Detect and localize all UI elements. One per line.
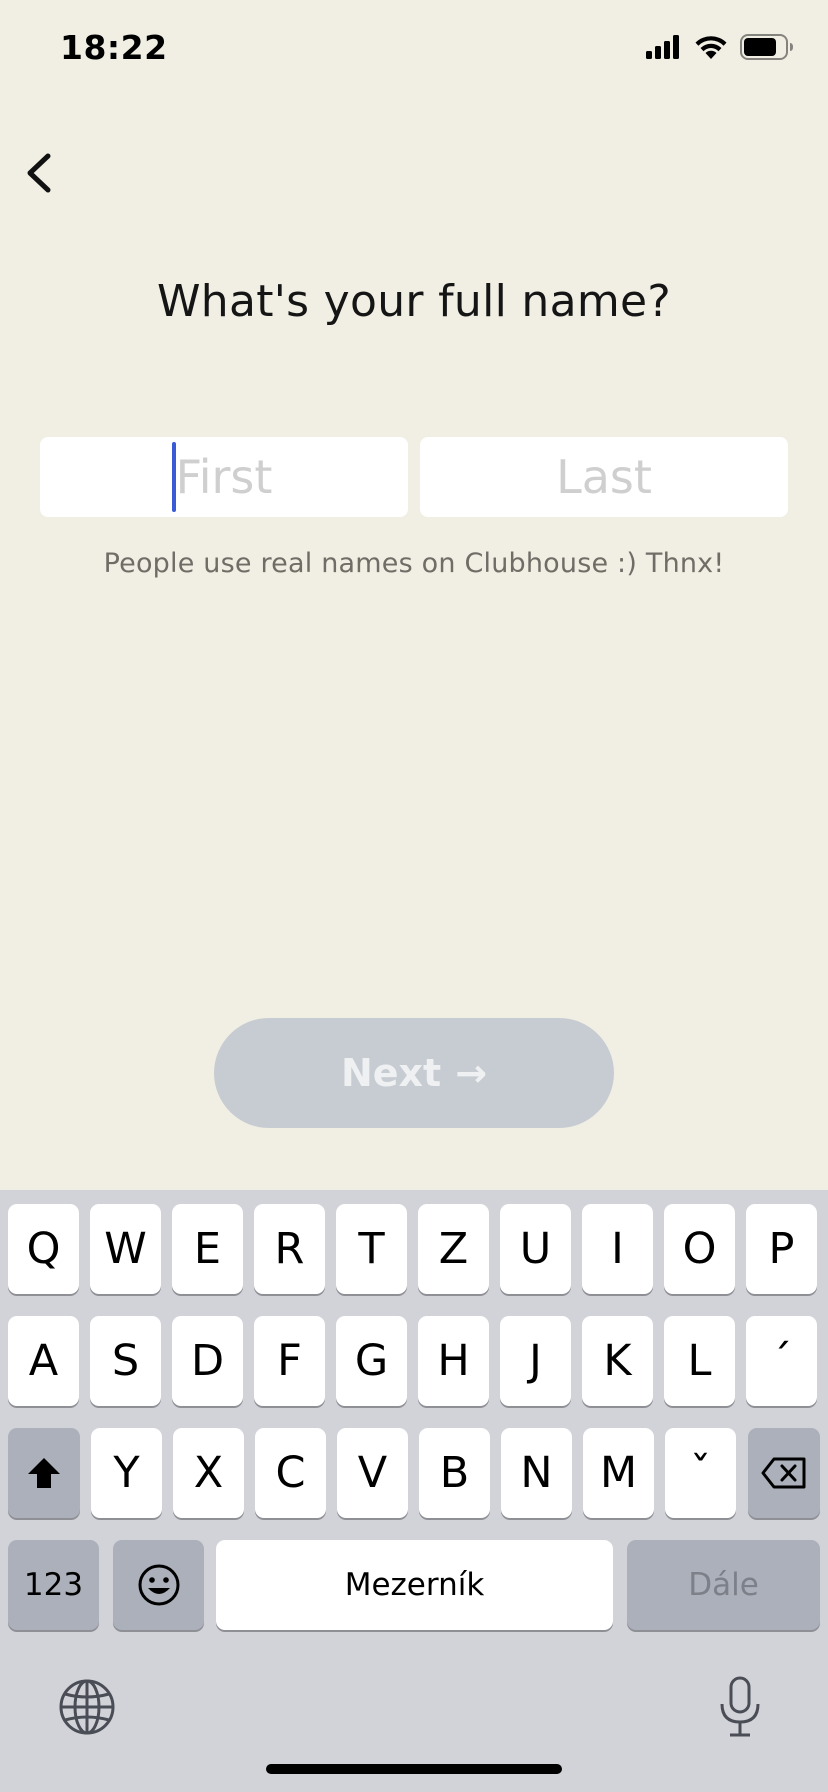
key-row3-1[interactable]: X — [173, 1428, 244, 1518]
arrow-right-icon: → — [455, 1051, 488, 1095]
key-row3-6[interactable]: M — [583, 1428, 654, 1518]
home-indicator — [266, 1764, 562, 1774]
key-row1-5[interactable]: Z — [418, 1204, 489, 1294]
key-row3-3[interactable]: V — [337, 1428, 408, 1518]
key-row1-8[interactable]: O — [664, 1204, 735, 1294]
key-row1-4[interactable]: T — [336, 1204, 407, 1294]
microphone-icon[interactable] — [716, 1676, 764, 1742]
status-icons — [646, 34, 794, 60]
key-row2-3[interactable]: F — [254, 1316, 325, 1406]
first-name-input[interactable] — [40, 437, 408, 517]
emoji-key[interactable] — [113, 1540, 204, 1630]
key-row1-3[interactable]: R — [254, 1204, 325, 1294]
key-row1-6[interactable]: U — [500, 1204, 571, 1294]
key-row1-9[interactable]: P — [746, 1204, 817, 1294]
key-row1-0[interactable]: Q — [8, 1204, 79, 1294]
keyboard: QWERTZUIOP A S D F G H J K L ´ YXCVBNMˇ 123 Mezer… — [0, 1190, 828, 1792]
status-time: 18:22 — [60, 28, 168, 67]
return-key[interactable]: Dále — [627, 1540, 820, 1630]
key-row3-4[interactable]: B — [419, 1428, 490, 1518]
space-key[interactable]: Mezerník — [216, 1540, 613, 1630]
key-row2-7[interactable]: K — [582, 1316, 653, 1406]
battery-fill — [744, 38, 776, 56]
key-row2-4[interactable]: G — [336, 1316, 407, 1406]
key-row3-0[interactable]: Y — [91, 1428, 162, 1518]
backspace-key[interactable] — [748, 1428, 820, 1518]
key-row1-2[interactable]: E — [172, 1204, 243, 1294]
key-row3-7[interactable]: ˇ — [665, 1428, 736, 1518]
shift-key[interactable] — [8, 1428, 80, 1518]
page-title: What's your full name? — [156, 276, 672, 327]
next-button-label: Next — [340, 1051, 442, 1095]
key-row3-2[interactable]: C — [255, 1428, 326, 1518]
key-row2-2[interactable]: D — [172, 1316, 243, 1406]
numbers-key[interactable]: 123 — [8, 1540, 99, 1630]
last-name-input[interactable] — [420, 437, 788, 517]
key-row3-5[interactable]: N — [501, 1428, 572, 1518]
name-fields — [40, 437, 788, 517]
key-row2-0[interactable]: A — [8, 1316, 79, 1406]
back-button[interactable] — [16, 138, 76, 208]
wifi-icon — [695, 36, 727, 59]
key-row2-5[interactable]: H — [418, 1316, 489, 1406]
backspace-icon — [761, 1457, 806, 1489]
emoji-icon — [138, 1564, 179, 1606]
status-bar: 18:22 — [0, 0, 828, 100]
cellular-signal-icon — [646, 35, 679, 59]
next-button[interactable]: Next → — [214, 1018, 614, 1128]
key-row1-7[interactable]: I — [582, 1204, 653, 1294]
key-row2-1[interactable]: S — [90, 1316, 161, 1406]
battery-icon — [740, 34, 793, 60]
key-row2-6[interactable]: J — [500, 1316, 571, 1406]
real-name-hint: People use real names on Clubhouse :) Th… — [103, 548, 725, 579]
key-row2-9[interactable]: ´ — [746, 1316, 817, 1406]
chevron-left-icon — [27, 153, 51, 193]
shift-icon — [28, 1458, 60, 1488]
globe-icon[interactable] — [58, 1678, 116, 1740]
key-row2-8[interactable]: L — [664, 1316, 735, 1406]
text-caret — [172, 442, 176, 512]
key-row1-1[interactable]: W — [90, 1204, 161, 1294]
